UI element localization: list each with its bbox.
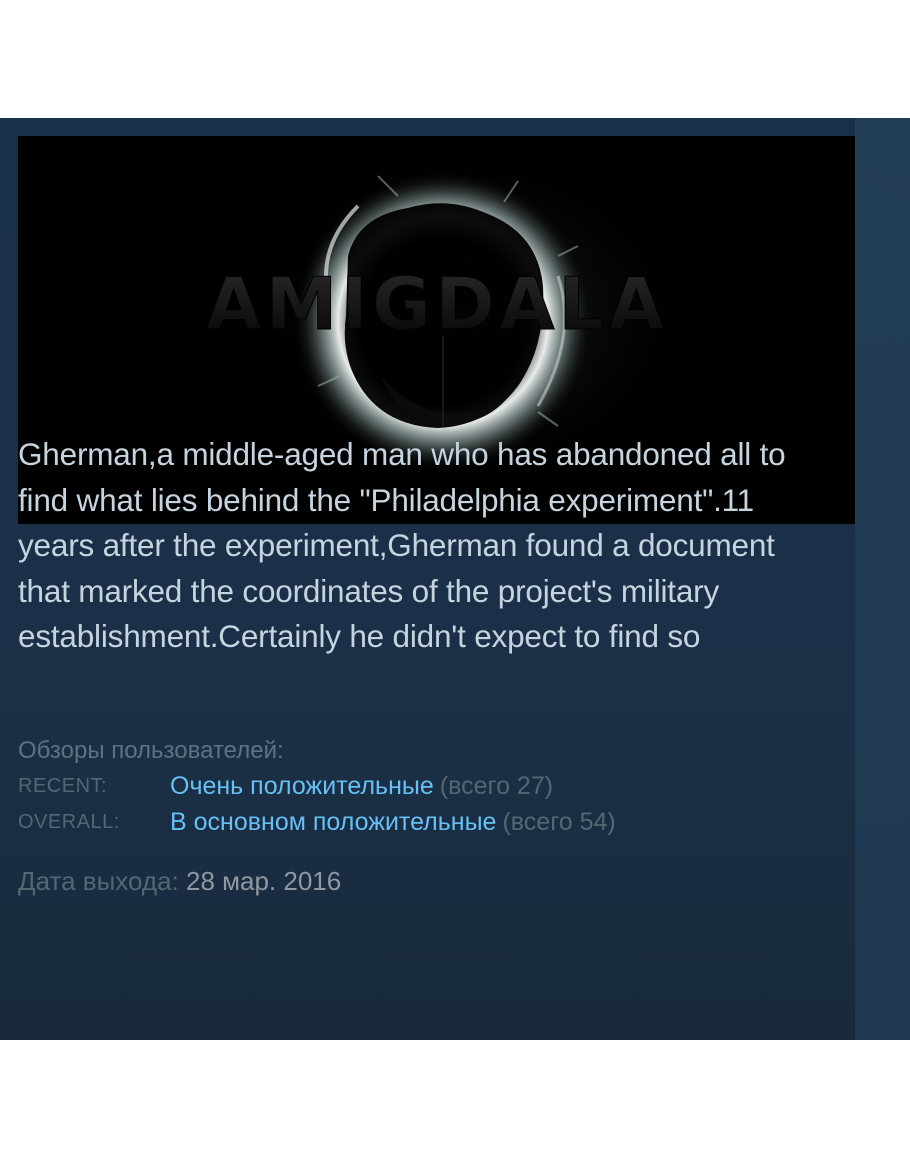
recent-review-summary-link[interactable]: Очень положительные [170,772,434,800]
overall-review-summary-link[interactable]: В основном положительные [170,808,496,836]
review-value-recent: Очень положительные (всего 27) [170,768,553,804]
review-label-overall: OVERALL: [18,811,120,833]
review-value-overall: В основном положительные (всего 54) [170,804,616,840]
game-description: Gherman,a middle-aged man who has abando… [18,436,786,654]
user-reviews-title: Обзоры пользователей: [18,737,284,764]
user-reviews-section: Обзоры пользователей: RECENT: Очень поло… [18,736,828,840]
page: AMIGDALA Gherman,a middle-aged man who h… [0,0,910,1155]
release-date-label: Дата выхода: [18,866,179,896]
release-date-value: 28 мар. 2016 [185,866,342,896]
review-row-overall: OVERALL: В основном положительные (всего … [18,804,828,840]
review-row-recent: RECENT: Очень положительные (всего 27) [18,768,828,804]
logo-wordmark: AMIGDALA [206,262,668,346]
review-label-recent: RECENT: [18,775,108,797]
overall-review-count: (всего 54) [502,808,616,836]
recent-review-count: (всего 27) [439,772,554,800]
release-date-row: Дата выхода: 28 мар. 2016 [18,864,341,898]
panel-edge [855,118,910,1040]
